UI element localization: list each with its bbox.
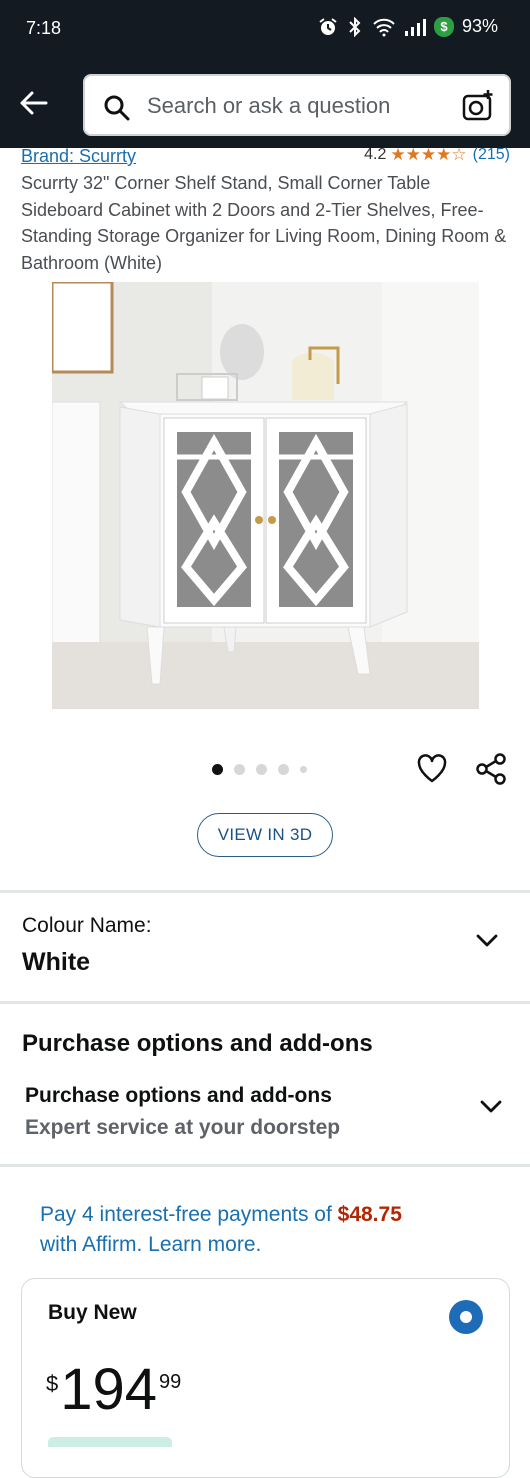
search-icon — [104, 95, 130, 121]
heart-icon — [417, 754, 447, 783]
product-title: Scurrty 32" Corner Shelf Stand, Small Co… — [21, 173, 507, 273]
shield-dollar-icon: $ — [433, 16, 454, 37]
star-icon: ★ — [436, 145, 452, 164]
pagination-dot[interactable] — [256, 764, 267, 775]
purchase-options-heading: Purchase options and add-ons — [22, 1030, 373, 1057]
arrow-left-icon — [20, 91, 48, 115]
chevron-down-icon[interactable] — [478, 1094, 504, 1118]
share-button[interactable] — [474, 752, 508, 791]
star-icon: ★ — [390, 145, 406, 164]
buy-new-card[interactable]: Buy New $ 194 99 — [21, 1278, 510, 1478]
star-rating: ★ ★ ★ ★ ☆ — [390, 145, 467, 164]
star-icon: ★ — [420, 145, 437, 164]
price-fraction: 99 — [159, 1371, 182, 1393]
pagination-dot[interactable] — [234, 764, 245, 775]
star-outline-icon: ☆ — [451, 145, 467, 164]
radio-dot — [460, 1311, 472, 1323]
wifi-icon — [373, 18, 395, 36]
rating[interactable]: 4.2 ★ ★ ★ ★ ☆ (215) — [364, 146, 510, 164]
rating-value: 4.2 — [364, 146, 387, 163]
price: $ 194 99 — [46, 1361, 181, 1419]
chevron-down-icon[interactable] — [474, 928, 500, 952]
colour-label: Colour Name: — [22, 914, 152, 937]
brand-link[interactable]: Brand: Scurrty — [21, 146, 136, 167]
price-currency: $ — [46, 1371, 59, 1396]
back-button[interactable] — [14, 84, 54, 122]
pagination-dot[interactable] — [212, 764, 223, 775]
colour-value: White — [22, 948, 91, 976]
section-divider — [0, 1164, 530, 1167]
alarm-icon — [319, 17, 337, 35]
section-divider — [0, 890, 530, 893]
corner-cabinet-photo — [52, 282, 479, 709]
search-box[interactable] — [83, 74, 511, 136]
search-input[interactable] — [145, 84, 449, 128]
affirm-learn-more[interactable]: with Affirm. Learn more. — [40, 1233, 261, 1256]
star-icon: ★ — [405, 145, 421, 164]
buy-new-radio[interactable] — [449, 1300, 483, 1334]
pagination-dot[interactable] — [300, 766, 307, 773]
section-divider — [0, 1001, 530, 1004]
view-in-3d-button[interactable]: VIEW IN 3D — [197, 813, 333, 857]
top-bar: 7:18 $ 93% — [0, 0, 530, 148]
purchase-options-title: Purchase options and add-ons — [25, 1084, 332, 1107]
pagination-dot[interactable] — [278, 764, 289, 775]
camera-search-icon[interactable] — [461, 89, 495, 123]
affirm-prefix: Pay 4 interest-free payments of — [40, 1203, 338, 1226]
share-icon — [476, 753, 506, 785]
battery-percent: 93% — [461, 16, 498, 36]
review-count[interactable]: (215) — [473, 146, 510, 164]
bluetooth-icon — [349, 16, 361, 37]
status-time: 7:18 — [26, 18, 62, 38]
buy-new-label: Buy New — [48, 1301, 137, 1324]
product-image[interactable] — [52, 282, 479, 709]
status-icons: $ 93% — [318, 16, 498, 37]
wishlist-button[interactable] — [415, 752, 449, 791]
badge-partial — [48, 1437, 172, 1447]
affirm-promo[interactable]: Pay 4 interest-free payments of $48.75 w… — [40, 1200, 490, 1259]
affirm-amount: $48.75 — [337, 1203, 402, 1226]
signal-icon — [404, 18, 426, 36]
price-whole: 194 — [60, 1357, 158, 1422]
purchase-options-desc: Expert service at your doorstep — [25, 1116, 341, 1139]
image-pagination[interactable] — [212, 764, 307, 775]
